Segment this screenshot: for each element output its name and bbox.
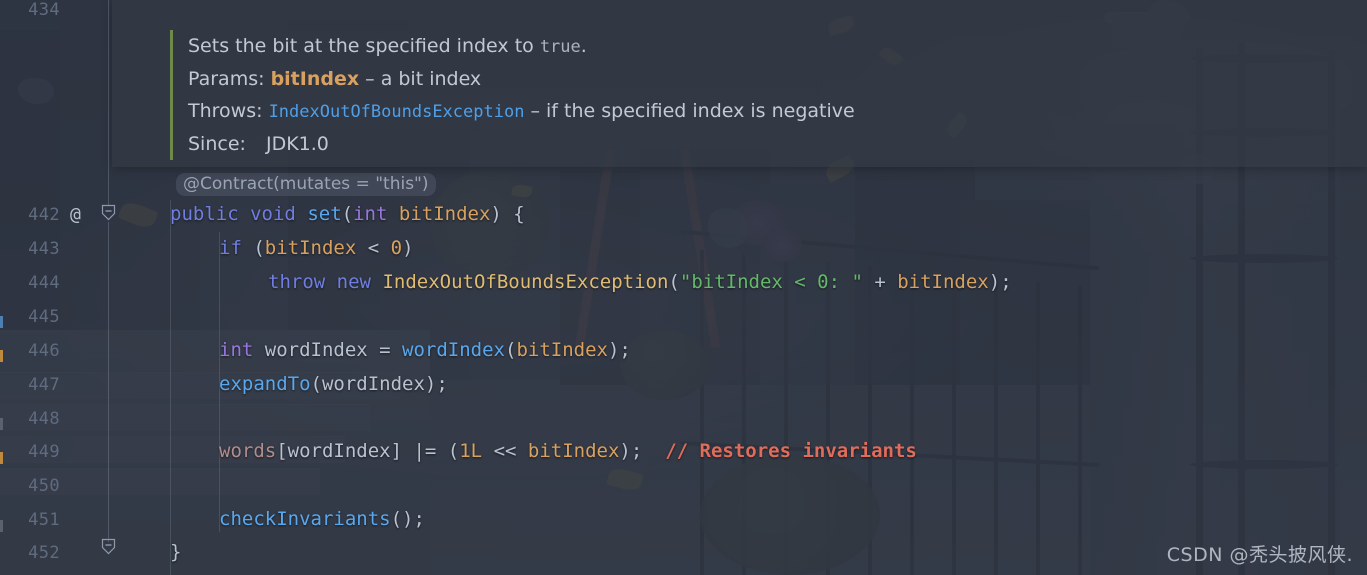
documentation-content: Sets the bit at the specified index to t… bbox=[188, 30, 1355, 160]
doc-summary-row: Sets the bit at the specified index to t… bbox=[188, 30, 1355, 63]
inlay-hint-contract[interactable]: @Contract(mutates = "this") bbox=[176, 173, 436, 196]
doc-throws-label: Throws: bbox=[188, 100, 263, 122]
documentation-accent-bar bbox=[170, 30, 173, 160]
code-editor-surface: 434 442 443 444 445 446 447 448 449 450 … bbox=[0, 0, 1367, 575]
code-token: "bitIndex < 0: " bbox=[679, 271, 863, 293]
doc-summary-prefix: Sets the bit at the specified index to bbox=[188, 35, 540, 57]
code-token: if bbox=[219, 237, 242, 259]
code-token: < bbox=[356, 237, 391, 259]
fold-rail-line bbox=[108, 0, 109, 205]
code-token: new bbox=[336, 271, 371, 293]
doc-params-name: bitIndex bbox=[270, 68, 360, 90]
code-token: words bbox=[219, 440, 277, 462]
code-line-449[interactable]: words[wordIndex] |= (1L << bitIndex); //… bbox=[0, 442, 917, 461]
doc-throws-desc: – if the specified index is negative bbox=[524, 100, 855, 122]
doc-since-value: JDK1.0 bbox=[265, 133, 329, 155]
code-token: 1L bbox=[459, 440, 483, 462]
doc-summary-literal: true bbox=[539, 37, 581, 57]
code-line-447[interactable]: expandTo(wordIndex); bbox=[0, 375, 448, 394]
code-token: bitIndex bbox=[398, 203, 491, 225]
code-token: ); bbox=[619, 440, 643, 462]
code-token: public bbox=[170, 203, 239, 225]
doc-throws-row: Throws: IndexOutOfBoundsException – if t… bbox=[188, 95, 1355, 128]
code-token: bitIndex bbox=[527, 440, 620, 462]
code-token: bitIndex bbox=[516, 339, 608, 361]
code-token: set bbox=[307, 203, 342, 225]
vcs-change-mark[interactable] bbox=[0, 418, 3, 430]
code-token: throw bbox=[268, 271, 326, 293]
code-line-443[interactable]: if (bitIndex < 0) bbox=[0, 239, 414, 258]
code-line-452[interactable]: } bbox=[0, 543, 181, 562]
code-token: (); bbox=[390, 508, 425, 530]
code-token: } bbox=[170, 541, 182, 563]
code-line-446[interactable]: int wordIndex = wordIndex(bitIndex); bbox=[0, 341, 631, 360]
code-token: IndexOutOfBoundsException bbox=[382, 271, 669, 293]
code-token: ); bbox=[607, 339, 631, 361]
line-number: 448 bbox=[28, 409, 60, 429]
code-token: ) bbox=[402, 237, 414, 259]
doc-params-row: Params: bitIndex – a bit index bbox=[188, 63, 1355, 95]
csdn-watermark: CSDN @秃头披风侠. bbox=[1166, 544, 1353, 566]
doc-throws-exception-link[interactable]: IndexOutOfBoundsException bbox=[269, 102, 525, 122]
code-token: wordIndex bbox=[402, 339, 505, 361]
code-token: checkInvariants bbox=[219, 508, 391, 530]
line-number: 450 bbox=[28, 476, 60, 496]
code-token: << bbox=[482, 440, 528, 462]
code-token: 0 bbox=[390, 237, 403, 259]
code-token: bitIndex bbox=[264, 237, 357, 259]
code-token: ) { bbox=[490, 203, 525, 225]
code-token: void bbox=[250, 203, 296, 225]
vcs-change-mark[interactable] bbox=[0, 316, 3, 328]
code-token: ( bbox=[505, 339, 517, 361]
code-token: wordIndex = bbox=[253, 339, 403, 361]
doc-params-label: Params: bbox=[188, 68, 265, 90]
doc-since-row: Since: JDK1.0 bbox=[188, 128, 1355, 160]
doc-params-desc: – a bit index bbox=[359, 68, 482, 90]
code-line-451[interactable]: checkInvariants(); bbox=[0, 510, 425, 529]
code-line-442[interactable]: public void set(int bitIndex) { bbox=[0, 205, 525, 224]
line-number: 434 bbox=[28, 0, 60, 20]
code-token: (wordIndex); bbox=[310, 373, 448, 395]
code-token: [wordIndex] |= ( bbox=[276, 440, 460, 462]
code-token: ( bbox=[241, 237, 265, 259]
documentation-tooltip[interactable]: Sets the bit at the specified index to t… bbox=[112, 0, 1367, 167]
code-token: int bbox=[219, 339, 254, 361]
code-token: int bbox=[353, 203, 388, 225]
code-token: // Restores invariants bbox=[665, 440, 917, 462]
code-token: ( bbox=[668, 271, 680, 293]
line-number: 445 bbox=[28, 307, 60, 327]
code-token: + bbox=[862, 271, 898, 293]
doc-since-label: Since: bbox=[188, 133, 246, 155]
code-token: bitIndex bbox=[897, 271, 989, 293]
code-token: expandTo bbox=[219, 373, 311, 395]
code-line-444[interactable]: throw new IndexOutOfBoundsException("bit… bbox=[0, 273, 1012, 292]
doc-summary-suffix: . bbox=[580, 35, 587, 57]
code-token: ( bbox=[341, 203, 354, 225]
code-token: ); bbox=[988, 271, 1012, 293]
